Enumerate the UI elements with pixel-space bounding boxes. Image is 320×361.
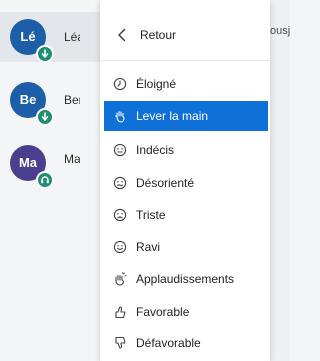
menu-item-label: Indécis [136, 143, 175, 157]
menu-item-raise-hand[interactable]: Lever la main [104, 101, 268, 131]
neutral-face-icon [112, 142, 128, 158]
status-badge [36, 45, 54, 63]
status-menu: Retour Éloigné Lever la main Indécis Dés… [100, 0, 270, 361]
arrow-down-icon [41, 49, 49, 58]
menu-item-happy[interactable]: Ravi [100, 232, 270, 262]
participant-row-lea[interactable]: Lé Léa [0, 12, 100, 63]
menu-item-label: Lever la main [136, 109, 209, 123]
background-panel: ousj [270, 0, 290, 361]
happy-face-icon [112, 239, 128, 255]
menu-item-label: Éloigné [136, 77, 177, 91]
menu-item-label: Ravi [136, 240, 161, 254]
menu-item-thumbs-up[interactable]: Favorable [100, 297, 270, 327]
menu-item-confused[interactable]: Désorienté [100, 168, 270, 198]
menu-item-applause[interactable]: Applaudissements [100, 264, 270, 294]
menu-divider [100, 60, 270, 61]
back-label: Retour [140, 28, 177, 42]
menu-item-label: Défavorable [136, 336, 201, 350]
confused-face-icon [112, 175, 128, 191]
menu-item-sad[interactable]: Triste [100, 200, 270, 230]
participant-name: Mari [64, 152, 80, 166]
headset-icon [41, 176, 49, 184]
status-badge [36, 171, 54, 189]
menu-item-label: Triste [136, 208, 166, 222]
participant-name: Benj [64, 93, 80, 107]
participant-name: Léa [64, 30, 80, 44]
clapping-hands-icon [112, 271, 128, 287]
participant-row-benj[interactable]: Be Benj [0, 75, 100, 126]
menu-item-label: Désorienté [136, 176, 195, 190]
background-header-text: ousj [270, 25, 290, 37]
thumbs-up-icon [112, 304, 128, 320]
menu-item-thumbs-down[interactable]: Défavorable [100, 328, 270, 358]
thumbs-down-icon [112, 335, 128, 351]
menu-item-label: Applaudissements [136, 272, 235, 286]
menu-item-away[interactable]: Éloigné [100, 69, 270, 99]
sad-face-icon [112, 207, 128, 223]
participant-list: Lé Léa Be Benj Ma Mari [0, 0, 100, 361]
raised-hand-icon [112, 108, 128, 124]
menu-item-undecided[interactable]: Indécis [100, 135, 270, 165]
chevron-left-icon [118, 28, 126, 42]
menu-item-label: Favorable [136, 305, 190, 319]
arrow-down-icon [41, 112, 49, 121]
participant-row-mari[interactable]: Ma Mari [0, 138, 100, 189]
clock-icon [112, 76, 128, 92]
back-button[interactable]: Retour [100, 17, 270, 53]
status-badge [36, 108, 54, 126]
